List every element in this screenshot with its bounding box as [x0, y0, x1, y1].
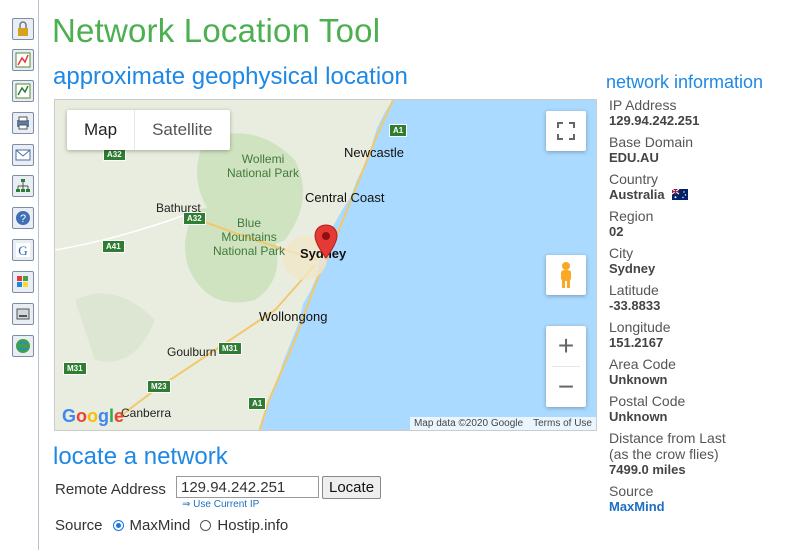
tool-rail: ? G	[0, 0, 39, 550]
chart2-icon[interactable]	[12, 80, 34, 102]
region-value: 02	[609, 224, 624, 239]
area-code-label: Area Code	[609, 356, 676, 372]
longitude-label: Longitude	[609, 319, 671, 335]
google-icon[interactable]: G	[12, 239, 34, 261]
chart-icon[interactable]	[12, 49, 34, 71]
postal-code-label: Postal Code	[609, 393, 686, 409]
svg-text:?: ?	[20, 213, 26, 225]
zoom-control: + −	[546, 326, 586, 407]
locate-button[interactable]: Locate	[322, 476, 382, 499]
source-info-label: Source	[609, 483, 654, 499]
pegman-icon	[561, 262, 571, 288]
road-a41: A41	[102, 240, 125, 253]
street-view-button[interactable]	[546, 255, 586, 295]
map-type-map-button[interactable]: Map	[67, 110, 134, 150]
label-wollemi: Wollemi National Park	[227, 152, 300, 180]
source-hostip-radio[interactable]	[200, 520, 212, 531]
drive-icon[interactable]	[12, 303, 34, 325]
lock-icon[interactable]	[12, 18, 34, 40]
country-row: Australia	[609, 187, 794, 203]
longitude-value: 151.2167	[609, 335, 664, 350]
google-logo[interactable]: Google	[62, 406, 124, 427]
windows-icon[interactable]	[12, 271, 34, 293]
road-m31: M31	[218, 342, 242, 355]
base-domain-value: EDU.AU	[609, 150, 659, 165]
zoom-in-button[interactable]: +	[546, 326, 586, 366]
section-info-title: network information	[606, 72, 764, 92]
label-newcastle: Newcastle	[344, 145, 404, 160]
source-hostip-label[interactable]: Hostip.info	[217, 517, 288, 534]
label-blue-mountains: Blue Mountains National Park	[213, 216, 286, 258]
region-label: Region	[609, 208, 654, 224]
base-domain-label: Base Domain	[609, 134, 694, 150]
ip-address-value: 129.94.242.251	[609, 113, 700, 128]
label-wollongong: Wollongong	[259, 309, 328, 324]
label-canberra: Canberra	[121, 406, 172, 420]
distance-value: 7499.0 miles	[609, 462, 686, 477]
svg-text:G: G	[18, 243, 27, 258]
source-label: Source	[55, 517, 103, 534]
road-m23: M23	[147, 380, 171, 393]
latitude-value: -33.8833	[609, 298, 661, 313]
help-icon[interactable]: ?	[12, 207, 34, 229]
latitude-label: Latitude	[609, 282, 659, 298]
map-attribution: Map data ©2020 Google Terms of Use	[409, 417, 596, 430]
country-value: Australia	[609, 187, 665, 202]
tree-icon[interactable]	[12, 175, 34, 197]
arrow-icon: ⇒	[182, 499, 191, 510]
city-value: Sydney	[609, 261, 656, 276]
city-label: City	[609, 245, 634, 261]
app-title: Network Location Tool	[52, 12, 381, 49]
remote-address-input[interactable]	[176, 476, 319, 498]
use-current-ip-label: Use Current IP	[193, 499, 260, 510]
road-a1-top: A1	[389, 124, 408, 137]
terms-of-use-link[interactable]: Terms of Use	[533, 418, 592, 429]
mail-icon[interactable]	[12, 144, 34, 166]
map-type-satellite-button[interactable]: Satellite	[134, 110, 229, 150]
zoom-out-button[interactable]: −	[546, 367, 586, 407]
australia-flag-icon	[672, 189, 689, 200]
distance-label: Distance from Last	[609, 430, 726, 446]
globe-icon[interactable]	[12, 335, 34, 357]
location-marker-icon[interactable]	[313, 224, 339, 264]
section-locate-title: locate a network	[53, 443, 228, 470]
ip-address-label: IP Address	[609, 97, 677, 113]
road-m31b: M31	[63, 362, 87, 375]
map-type-control: Map Satellite	[67, 110, 230, 150]
network-info-panel: IP Address 129.94.242.251 Base Domain ED…	[609, 97, 794, 515]
print-icon[interactable]	[12, 112, 34, 134]
map-data-credit: Map data ©2020 Google	[413, 418, 524, 429]
fullscreen-button[interactable]	[546, 111, 586, 151]
source-maxmind-radio[interactable]	[112, 520, 124, 531]
source-info-link[interactable]: MaxMind	[609, 499, 794, 515]
country-label: Country	[609, 171, 659, 187]
use-current-ip-link[interactable]: ⇒ Use Current IP	[182, 499, 259, 510]
source-row: Source MaxMind Hostip.info	[55, 517, 288, 534]
postal-code-value: Unknown	[609, 409, 668, 424]
source-maxmind-label[interactable]: MaxMind	[130, 517, 191, 534]
road-a1-bottom: A1	[248, 397, 267, 410]
label-central-coast: Central Coast	[305, 190, 385, 205]
distance-note: (as the crow flies)	[609, 446, 719, 462]
section-geo-title: approximate geophysical location	[53, 63, 408, 90]
fullscreen-icon	[557, 122, 575, 140]
remote-address-label: Remote Address	[55, 481, 166, 498]
area-code-value: Unknown	[609, 372, 668, 387]
map[interactable]: Wollemi National Park Newcastle Central C…	[54, 99, 597, 431]
label-goulburn: Goulburn	[167, 345, 217, 359]
road-a32: A32	[183, 212, 206, 225]
